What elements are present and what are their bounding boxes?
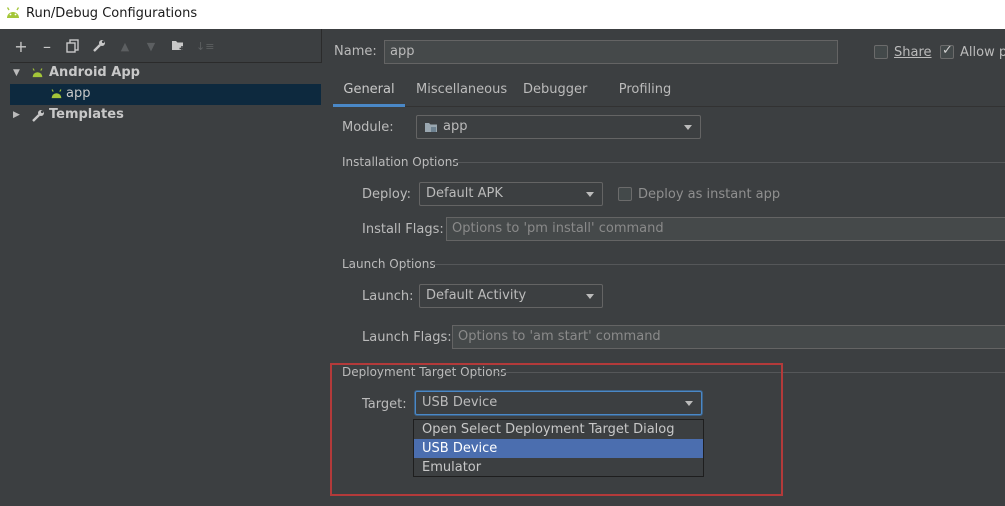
move-down-icon[interactable]: ▼: [143, 39, 159, 55]
share-label: Share: [894, 45, 932, 60]
name-input[interactable]: app: [384, 40, 838, 64]
title-bar: Run/Debug Configurations: [0, 0, 1005, 29]
launch-flags-input[interactable]: Options to 'am start' command: [452, 325, 1005, 349]
launch-label: Launch:: [362, 289, 414, 304]
share-checkbox[interactable]: [874, 45, 888, 59]
tab-miscellaneous[interactable]: Miscellaneous: [416, 77, 507, 107]
section-divider: [433, 264, 1005, 265]
module-folder-icon: [425, 123, 437, 132]
module-label: Module:: [342, 120, 394, 135]
install-flags-label: Install Flags:: [362, 222, 444, 237]
configuration-tree: ▼ Android App app ▶ Templates: [10, 62, 322, 506]
android-icon: [51, 89, 62, 99]
deploy-dropdown[interactable]: Default APK: [419, 182, 603, 206]
configurations-toolbar: + – ▲ ▼ ↓≡: [0, 29, 322, 62]
allow-parallel-checkbox[interactable]: [940, 43, 954, 59]
tree-label-templates: Templates: [49, 107, 124, 122]
tree-node-app[interactable]: app: [10, 84, 321, 105]
tab-bar: General Miscellaneous Debugger Profiling: [333, 77, 1005, 107]
instant-app-label: Deploy as instant app: [638, 187, 781, 202]
allow-parallel-label: Allow pa: [960, 45, 1005, 60]
launch-dropdown[interactable]: Default Activity: [419, 284, 603, 308]
copy-icon[interactable]: [65, 39, 81, 55]
tree-node-templates[interactable]: ▶ Templates: [10, 105, 321, 126]
chevron-down-icon: [586, 192, 594, 197]
tree-label-app: app: [66, 86, 91, 101]
module-value: app: [443, 119, 468, 134]
wrench-icon: [32, 110, 44, 122]
launch-value: Default Activity: [426, 288, 527, 303]
deploy-label: Deploy:: [362, 187, 411, 202]
launch-options-title: Launch Options: [342, 257, 436, 271]
installation-options-title: Installation Options: [342, 155, 459, 169]
add-icon[interactable]: +: [13, 39, 29, 55]
name-label: Name:: [334, 44, 377, 59]
expand-arrow-icon[interactable]: ▶: [13, 110, 20, 120]
annotation-highlight-box: [330, 363, 783, 496]
android-icon: [6, 7, 20, 18]
expand-arrow-icon[interactable]: ▼: [13, 68, 20, 78]
instant-app-checkbox[interactable]: [618, 187, 632, 201]
chevron-down-icon: [586, 294, 594, 299]
tab-profiling[interactable]: Profiling: [609, 77, 681, 107]
chevron-down-icon: [684, 125, 692, 130]
configuration-editor: Name: app Share Allow pa General Miscell…: [323, 29, 1005, 506]
tree-node-android-app[interactable]: ▼ Android App: [10, 63, 321, 84]
install-flags-input[interactable]: Options to 'pm install' command: [446, 217, 1005, 241]
tab-debugger[interactable]: Debugger: [523, 77, 587, 107]
deploy-value: Default APK: [426, 186, 503, 201]
window-title: Run/Debug Configurations: [26, 6, 198, 21]
launch-flags-label: Launch Flags:: [362, 330, 452, 345]
section-divider: [453, 162, 1005, 163]
module-dropdown[interactable]: app: [416, 115, 701, 139]
new-folder-icon[interactable]: [170, 39, 186, 55]
tab-general[interactable]: General: [333, 77, 405, 107]
sort-icon[interactable]: ↓≡: [196, 39, 214, 55]
tree-label-android-app: Android App: [49, 65, 140, 80]
remove-icon[interactable]: –: [39, 39, 55, 55]
wrench-icon[interactable]: [91, 39, 107, 55]
android-icon: [32, 68, 43, 78]
configurations-panel: + – ▲ ▼ ↓≡ ▼ Android App app ▶ Templates: [0, 29, 322, 506]
move-up-icon[interactable]: ▲: [117, 39, 133, 55]
